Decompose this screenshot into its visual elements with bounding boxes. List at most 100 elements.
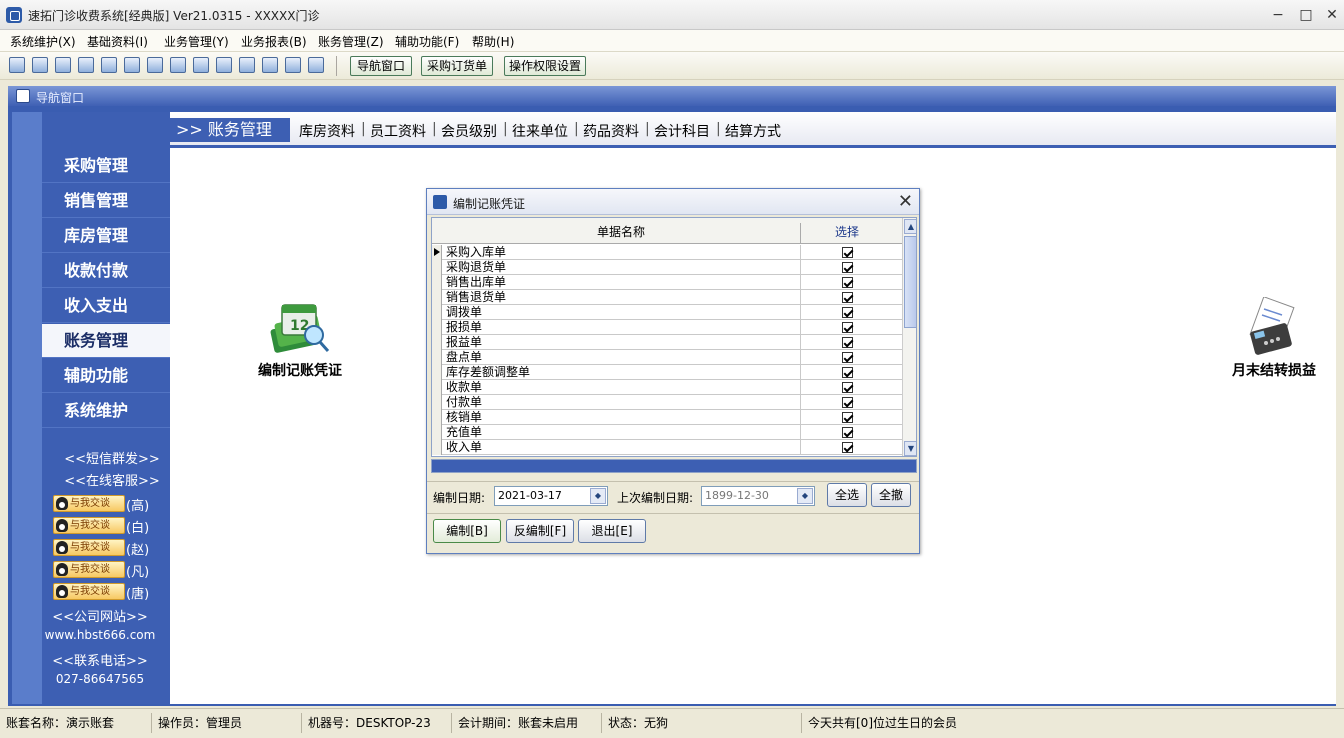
table-row[interactable]: 收入单 (432, 440, 902, 455)
row-select-checkbox[interactable] (842, 352, 853, 363)
reverse-compile-button[interactable]: 反编制[F] (506, 519, 574, 543)
menu-business[interactable]: 业务管理(Y) (164, 33, 229, 50)
deselect-all-button[interactable]: 全撤 (871, 483, 911, 507)
close-button[interactable]: ✕ (1318, 4, 1344, 26)
nav-window-button[interactable]: 导航窗口 (350, 56, 412, 76)
transfer-icon[interactable] (124, 57, 140, 73)
online-support-link[interactable]: <<在线客服>> (42, 470, 182, 489)
print-icon[interactable] (262, 57, 278, 73)
qq-chat-button-3[interactable]: 与我交谈 (53, 539, 125, 556)
edit-icon[interactable] (101, 57, 117, 73)
table-row[interactable]: 盘点单 (432, 350, 902, 365)
row-select-checkbox[interactable] (842, 322, 853, 333)
subnav-warehouse-data[interactable]: 库房资料 (299, 121, 355, 141)
save-icon[interactable] (239, 57, 255, 73)
row-select-checkbox[interactable] (842, 367, 853, 378)
table-row[interactable]: 充值单 (432, 425, 902, 440)
sidebar-item-tools[interactable]: 辅助功能 (42, 359, 170, 393)
last-compile-date-picker[interactable]: 1899-12-30 ◆ (701, 486, 815, 506)
grid-vertical-scrollbar[interactable]: ▲ ▼ (902, 218, 917, 457)
menu-basic-data[interactable]: 基础资料(I) (87, 33, 148, 50)
subnav-partners[interactable]: 往来单位 (512, 121, 568, 141)
document-icon[interactable] (78, 57, 94, 73)
status-machine: 机器号：DESKTOP-23 (302, 713, 452, 733)
table-row[interactable]: 销售退货单 (432, 290, 902, 305)
qq-icon (56, 497, 68, 510)
table-row[interactable]: 采购退货单 (432, 260, 902, 275)
export-icon[interactable] (170, 57, 186, 73)
subnav-accounts[interactable]: 会计科目 (654, 121, 710, 141)
menu-accounting[interactable]: 账务管理(Z) (318, 33, 384, 50)
dialog-close-icon[interactable]: ✕ (898, 191, 913, 212)
row-select-checkbox[interactable] (842, 337, 853, 348)
qq-chat-button-5[interactable]: 与我交谈 (53, 583, 125, 600)
scroll-up-arrow-icon[interactable]: ▲ (904, 219, 917, 234)
date-dropdown-icon[interactable]: ◆ (797, 488, 813, 504)
subnav-member-levels[interactable]: 会员级别 (441, 121, 497, 141)
row-select-checkbox[interactable] (842, 412, 853, 423)
row-select-checkbox[interactable] (842, 277, 853, 288)
sidebar-item-accounting[interactable]: 账务管理 (42, 324, 170, 358)
breadcrumb: >> 账务管理 (170, 118, 290, 142)
table-row[interactable]: 核销单 (432, 410, 902, 425)
scroll-thumb[interactable] (904, 236, 917, 328)
exit-icon[interactable] (308, 57, 324, 73)
row-select-checkbox[interactable] (842, 397, 853, 408)
table-row[interactable]: 报益单 (432, 335, 902, 350)
table-row[interactable]: 销售出库单 (432, 275, 902, 290)
qq-chat-button-2[interactable]: 与我交谈 (53, 517, 125, 534)
monitor-icon[interactable] (216, 57, 232, 73)
sidebar-item-sales[interactable]: 销售管理 (42, 184, 170, 218)
sidebar-item-system[interactable]: 系统维护 (42, 394, 170, 428)
menu-reports[interactable]: 业务报表(B) (241, 33, 307, 50)
permission-settings-button[interactable]: 操作权限设置 (504, 56, 586, 76)
sidebar-item-income-expense[interactable]: 收入支出 (42, 289, 170, 323)
maximize-button[interactable]: □ (1292, 4, 1320, 26)
date-dropdown-icon[interactable]: ◆ (590, 488, 606, 504)
table-row[interactable]: 采购入库单 (432, 245, 902, 260)
column-header-name[interactable]: 单据名称 (442, 223, 800, 240)
compile-date-picker[interactable]: 2021-03-17 ◆ (494, 486, 608, 506)
row-select-checkbox[interactable] (842, 247, 853, 258)
form-icon[interactable] (32, 57, 48, 73)
window-icon[interactable] (9, 57, 25, 73)
row-select-checkbox[interactable] (842, 307, 853, 318)
website-link[interactable]: www.hbst666.com (30, 628, 170, 642)
select-all-button[interactable]: 全选 (827, 483, 867, 507)
menu-help[interactable]: 帮助(H) (472, 33, 514, 50)
exit-button[interactable]: 退出[E] (578, 519, 646, 543)
sidebar-item-purchase[interactable]: 采购管理 (42, 149, 170, 183)
row-select-checkbox[interactable] (842, 442, 853, 453)
help-icon[interactable] (285, 57, 301, 73)
table-row[interactable]: 调拨单 (432, 305, 902, 320)
subnav-drug-data[interactable]: 药品资料 (583, 121, 639, 141)
sidebar-item-warehouse[interactable]: 库房管理 (42, 219, 170, 253)
compile-voucher-function[interactable]: 12 编制记账凭证 (240, 297, 360, 380)
row-select-checkbox[interactable] (842, 427, 853, 438)
row-select-checkbox[interactable] (842, 382, 853, 393)
menu-system[interactable]: 系统维护(X) (10, 33, 76, 50)
table-row[interactable]: 付款单 (432, 395, 902, 410)
copy-icon[interactable] (55, 57, 71, 73)
toolbar-separator (336, 56, 337, 76)
menu-tools[interactable]: 辅助功能(F) (395, 33, 459, 50)
subnav-staff-data[interactable]: 员工资料 (370, 121, 426, 141)
purchase-order-button[interactable]: 采购订货单 (421, 56, 493, 76)
sms-link[interactable]: <<短信群发>> (42, 448, 182, 467)
qq-chat-button-4[interactable]: 与我交谈 (53, 561, 125, 578)
minimize-button[interactable]: − (1264, 4, 1292, 26)
qq-chat-button-1[interactable]: 与我交谈 (53, 495, 125, 512)
table-row[interactable]: 库存差额调整单 (432, 365, 902, 380)
row-select-checkbox[interactable] (842, 292, 853, 303)
table-row[interactable]: 收款单 (432, 380, 902, 395)
print-preview-icon[interactable] (193, 57, 209, 73)
table-row[interactable]: 报损单 (432, 320, 902, 335)
compile-button[interactable]: 编制[B] (433, 519, 501, 543)
month-end-transfer-function[interactable]: 月末结转损益 (1212, 297, 1336, 380)
sidebar-item-payments[interactable]: 收款付款 (42, 254, 170, 288)
subnav-settlement[interactable]: 结算方式 (725, 121, 781, 141)
column-header-select[interactable]: 选择 (800, 223, 893, 243)
users-icon[interactable] (147, 57, 163, 73)
scroll-down-arrow-icon[interactable]: ▼ (904, 441, 917, 456)
row-select-checkbox[interactable] (842, 262, 853, 273)
